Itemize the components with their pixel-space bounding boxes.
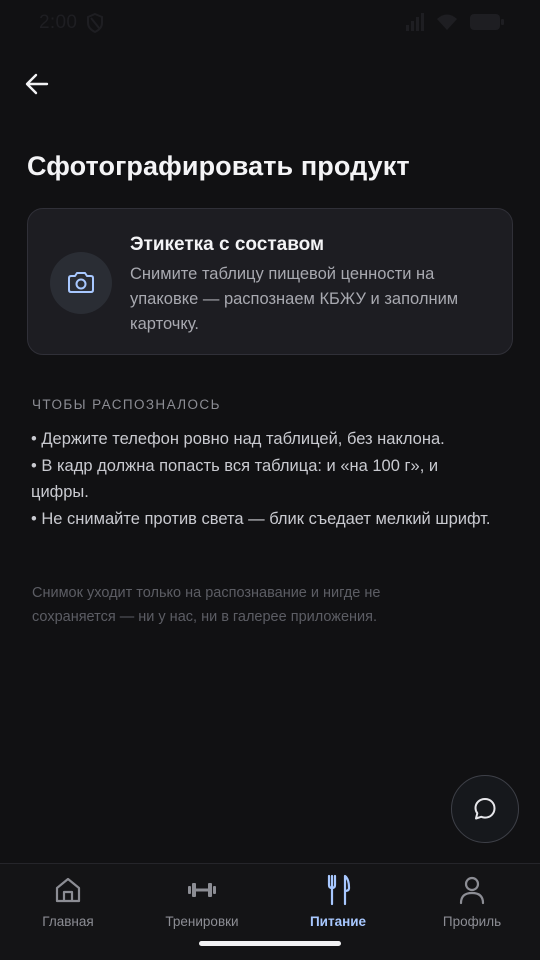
status-time: 2:00 [39, 12, 78, 33]
page-title: Сфотографировать продукт [27, 151, 410, 181]
nav-item-profile[interactable]: Профиль [412, 874, 532, 930]
status-icons [404, 13, 504, 31]
nav-item-workouts[interactable]: Тренировки [142, 874, 262, 930]
tips-header: ЧТОБЫ РАСПОЗНАЛОСЬ [32, 397, 221, 412]
nav-label-nutrition: Питание [309, 914, 367, 929]
wifi-icon [437, 14, 457, 30]
arrow-left-icon [25, 73, 49, 95]
card-title: Этикетка с составом [130, 234, 325, 255]
home-icon [53, 874, 83, 906]
status-bar: 2:00 [0, 0, 540, 48]
chat-button[interactable] [451, 775, 519, 843]
nav-item-nutrition[interactable]: Питание [278, 874, 398, 930]
camera-icon-container [50, 252, 112, 314]
chat-bubble-icon [474, 798, 496, 820]
battery-icon [470, 14, 504, 30]
shield-icon [86, 12, 104, 38]
tip-item: • Не снимайте против света — блик съедае… [31, 509, 491, 528]
label-capture-card[interactable]: Этикетка с составом Снимите таблицу пище… [27, 208, 513, 355]
nav-label-workouts: Тренировки [165, 914, 239, 929]
tips-list: • Держите телефон ровно над таблицей, бе… [31, 426, 491, 532]
person-icon [458, 874, 486, 906]
card-description: Снимите таблицу пищевой ценности на упак… [130, 265, 459, 333]
dumbbell-icon [186, 874, 218, 906]
camera-icon [68, 272, 94, 293]
privacy-note: Снимок уходит только на распознавание и … [32, 585, 381, 625]
tip-item: • В кадр должна попасть вся таблица: и «… [31, 456, 439, 502]
signal-icon [406, 13, 424, 31]
fork-knife-icon [324, 874, 352, 906]
nav-label-profile: Профиль [442, 914, 502, 929]
tip-item: • Держите телефон ровно над таблицей, бе… [31, 430, 445, 448]
nav-item-home[interactable]: Главная [8, 874, 128, 930]
back-button[interactable] [18, 66, 56, 102]
home-indicator[interactable] [199, 941, 341, 946]
nav-label-home: Главная [42, 914, 94, 929]
